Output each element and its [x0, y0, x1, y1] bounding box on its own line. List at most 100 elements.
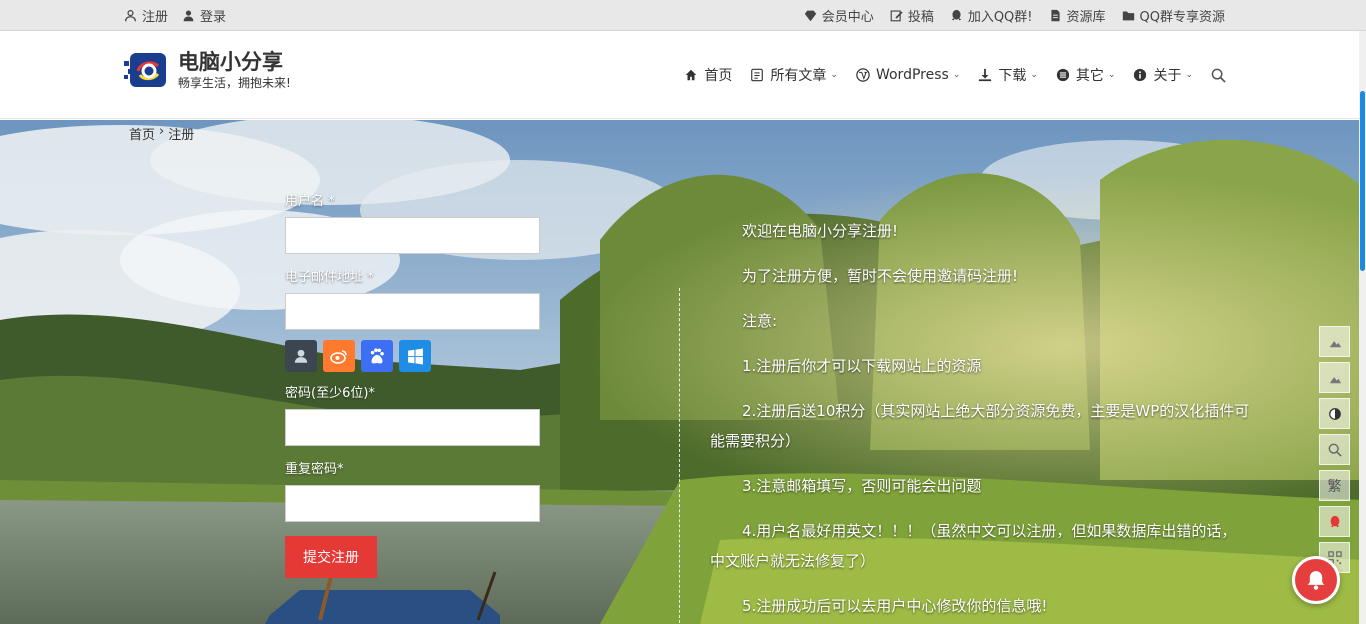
traditional-chinese-button[interactable]: 繁 — [1319, 470, 1350, 501]
side-qq-button[interactable] — [1319, 506, 1350, 537]
username-label: 用户名 * — [285, 194, 335, 209]
brand-text: 电脑小分享 畅享生活，拥抱未来! — [178, 49, 291, 91]
notes-item2: 2.注册后送10积分（其实网站上绝大部分资源免费，主要是WP的汉化插件可能需要积… — [710, 402, 1250, 450]
register-form: 用户名 * 电子邮件地址 * 密码(至少6位)* 重复密码* 提交注册 — [285, 190, 541, 578]
top-bar: 注册 登录 会员中心 投稿 加入QQ群! 资源库 QQ群专享资源 — [0, 0, 1366, 31]
username-input[interactable] — [285, 217, 540, 254]
login-label: 登录 — [200, 9, 227, 25]
notes-item3: 3.注意邮箱填写，否则可能会出问题 — [742, 477, 982, 495]
register-notes: 欢迎在电脑小分享注册! 为了注册方便，暂时不会使用邀请码注册! 注意: 1.注册… — [710, 216, 1250, 624]
document-icon — [1050, 9, 1060, 21]
repeat-password-input[interactable] — [285, 485, 540, 522]
contribute-label: 投稿 — [907, 9, 934, 25]
wordpress-icon — [856, 68, 870, 82]
folder-icon — [1122, 10, 1134, 20]
notes-welcome: 欢迎在电脑小分享注册! — [742, 222, 899, 240]
home-icon — [686, 69, 697, 81]
contribute-link[interactable]: 投稿 — [890, 6, 934, 25]
form-divider — [679, 288, 680, 624]
edit-icon — [890, 9, 903, 21]
social-login-user-icon[interactable] — [285, 340, 317, 372]
social-login — [285, 340, 541, 372]
resource-library-link[interactable]: 资源库 — [1049, 6, 1106, 25]
password-label: 密码(至少6位)* — [285, 386, 375, 401]
weibo-login-icon[interactable] — [323, 340, 355, 372]
nav-home-label: 首页 — [704, 68, 733, 84]
notes-line1: 为了注册方便，暂时不会使用邀请码注册! — [742, 267, 1019, 285]
join-qq-label: 加入QQ群! — [967, 9, 1033, 25]
side-search-button[interactable] — [1319, 434, 1350, 465]
nav-home[interactable]: 首页 — [684, 65, 732, 85]
notes-item4: 4.用户名最好用英文！！！（虽然中文可以注册，但如果数据库出错的话，中文账户就无… — [710, 522, 1237, 570]
member-center-label: 会员中心 — [821, 9, 874, 25]
breadcrumb: 首页 › 注册 — [129, 124, 194, 143]
diamond-icon — [804, 10, 816, 21]
qq-icon — [951, 9, 962, 20]
notes-item5: 5.注册成功后可以去用户中心修改你的信息哦! — [742, 597, 1048, 615]
register-label: 注册 — [142, 9, 169, 25]
notes-item1: 1.注册后你才可以下载网站上的资源 — [742, 357, 982, 375]
search-icon — [1328, 443, 1342, 457]
search-icon — [1211, 68, 1226, 83]
nav-other-label: 其它 — [1075, 68, 1104, 84]
join-qq-link[interactable]: 加入QQ群! — [950, 6, 1033, 25]
info-icon — [1134, 68, 1147, 82]
user-solid-icon — [183, 9, 194, 21]
nav-download-label: 下载 — [998, 68, 1027, 84]
member-center-link[interactable]: 会员中心 — [804, 6, 874, 25]
dark-mode-button[interactable] — [1319, 398, 1350, 429]
article-icon — [751, 68, 764, 82]
repeat-password-label: 重复密码* — [285, 462, 344, 477]
side-image-button[interactable] — [1319, 326, 1350, 357]
chevron-down-icon: ⌄ — [830, 70, 838, 80]
email-label: 电子邮件地址 * — [285, 270, 374, 285]
page-scrollbar[interactable] — [1359, 31, 1366, 624]
nav-about-label: 关于 — [1153, 68, 1182, 84]
chevron-down-icon: ⌄ — [952, 70, 961, 80]
submit-register-button[interactable]: 提交注册 — [285, 536, 377, 578]
windows-login-icon[interactable] — [399, 340, 431, 372]
user-icon — [125, 9, 136, 21]
nav-all-articles[interactable]: 所有文章 ⌄ — [750, 65, 838, 85]
baidu-login-icon[interactable] — [361, 340, 393, 372]
nav-download[interactable]: 下载 ⌄ — [978, 65, 1038, 85]
notes-attention: 注意: — [742, 312, 778, 330]
chevron-down-icon: ⌄ — [1185, 70, 1193, 80]
site-header: 电脑小分享 畅享生活，拥抱未来! 首页 所有文章 ⌄ WordPress ⌄ 下… — [0, 31, 1366, 119]
breadcrumb-separator: › — [159, 124, 165, 139]
login-link[interactable]: 登录 — [182, 6, 226, 25]
image-icon — [1329, 376, 1341, 383]
resource-library-label: 资源库 — [1066, 9, 1106, 25]
email-input[interactable] — [285, 293, 540, 330]
bell-icon — [1307, 571, 1325, 590]
site-logo[interactable]: 电脑小分享 畅享生活，拥抱未来! — [124, 47, 291, 93]
breadcrumb-home[interactable]: 首页 — [129, 124, 155, 143]
nav-search-button[interactable] — [1211, 68, 1226, 83]
brand-title: 电脑小分享 — [178, 50, 283, 74]
top-bar-right: 会员中心 投稿 加入QQ群! 资源库 QQ群专享资源 — [804, 0, 1225, 30]
qq-icon — [1330, 515, 1339, 527]
nav-about[interactable]: 关于 ⌄ — [1133, 65, 1193, 85]
side-float-toolbar: 繁 — [1319, 326, 1350, 573]
notification-bell-button[interactable] — [1292, 556, 1340, 604]
nav-wordpress[interactable]: WordPress ⌄ — [856, 67, 960, 83]
nav-all-articles-label: 所有文章 — [770, 68, 827, 84]
nav-other[interactable]: 其它 ⌄ — [1056, 65, 1116, 85]
register-hero: 首页 › 注册 用户名 * 电子邮件地址 * 密码(至少6位)* 重复密码* 提… — [0, 120, 1366, 624]
chevron-down-icon: ⌄ — [1107, 70, 1116, 80]
top-bar-left: 注册 登录 — [124, 0, 226, 30]
password-input[interactable] — [285, 409, 540, 446]
image-icon — [1329, 340, 1341, 347]
register-link[interactable]: 注册 — [124, 6, 168, 25]
chevron-down-icon: ⌄ — [1030, 70, 1038, 80]
download-icon — [979, 68, 992, 82]
side-image-button-2[interactable] — [1319, 362, 1350, 393]
nav-wordpress-label: WordPress — [875, 67, 949, 83]
list-icon — [1056, 68, 1070, 82]
scrollbar-thumb[interactable] — [1360, 91, 1365, 271]
qq-exclusive-label: QQ群专享资源 — [1139, 9, 1225, 25]
qq-exclusive-link[interactable]: QQ群专享资源 — [1122, 6, 1225, 25]
brand-slogan: 畅享生活，拥抱未来! — [178, 76, 291, 90]
logo-icon — [124, 47, 170, 93]
main-nav: 首页 所有文章 ⌄ WordPress ⌄ 下载 ⌄ 其它 ⌄ 关于 ⌄ — [684, 31, 1226, 119]
